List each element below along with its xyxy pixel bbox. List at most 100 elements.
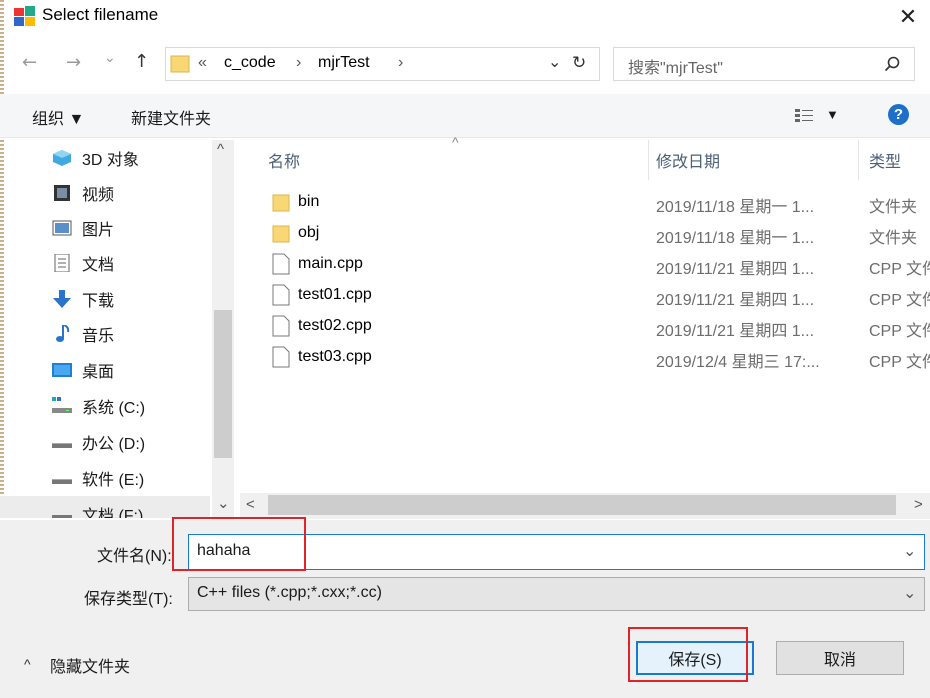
video-icon [54,185,70,201]
file-row[interactable]: test01.cpp 2019/11/21 星期四 1... CPP 文件 [262,281,930,312]
crumb-separator[interactable]: › [296,54,301,72]
column-divider[interactable] [858,140,859,180]
nav-label: 图片 [82,222,115,239]
column-header-name[interactable]: 名称 [268,148,300,172]
nav-scrollbar-thumb[interactable] [214,310,232,458]
drive-system-icon [52,397,72,413]
app-icon [14,6,35,26]
file-date: 2019/11/21 星期四 1... [656,323,815,340]
back-button[interactable]: ← [22,52,37,73]
nav-label: 桌面 [82,364,115,381]
nav-item-drive-f[interactable]: 文档 (F:) [0,496,210,518]
filename-history-dropdown[interactable]: ⌄ [903,541,916,560]
nav-label: 办公 (D:) [82,436,146,453]
highlight-box-save [628,627,748,682]
file-type: 文件夹 [869,230,918,247]
up-button[interactable]: ↑ [134,51,149,72]
file-icon [272,253,290,275]
column-header-date[interactable]: 修改日期 [656,148,720,172]
drive-icon [52,479,72,484]
view-options-icon[interactable] [795,108,813,123]
nav-scroll-down[interactable]: ⌄ [217,494,230,512]
file-icon [272,315,290,337]
nav-item-3d-objects[interactable]: 3D 对象 [0,140,210,176]
view-dropdown[interactable]: ▼ [826,107,839,122]
filetype-label: 保存类型(T): [84,591,173,608]
pictures-icon [52,220,72,236]
search-input[interactable]: 搜索"mjrTest" [628,54,723,78]
filename-label: 文件名(N): [97,548,172,565]
crumb-separator[interactable]: › [398,54,403,72]
forward-button[interactable]: → [66,52,81,73]
hide-folders-chevron-icon[interactable]: ^ [24,656,31,672]
nav-label: 文档 [82,257,115,274]
file-icon [272,284,290,306]
drive-icon [52,443,72,448]
hide-folders-toggle[interactable]: 隐藏文件夹 [50,653,130,677]
filetype-dropdown-icon[interactable]: ⌄ [903,583,916,602]
nav-item-music[interactable]: 音乐 [0,316,210,352]
nav-item-desktop[interactable]: 桌面 [0,352,210,388]
file-type: CPP 文件 [869,323,930,340]
help-icon[interactable]: ? [888,104,909,125]
search-icon[interactable] [884,56,900,72]
file-name: obj [298,224,320,241]
cube-3d-icon [53,150,71,166]
cancel-button[interactable]: 取消 [776,641,904,675]
nav-label: 文档 (F:) [82,508,144,518]
folder-icon [170,55,190,73]
file-date: 2019/11/18 星期一 1... [656,230,815,247]
column-header-type[interactable]: 类型 [869,148,901,172]
close-button[interactable]: ✕ [893,2,923,32]
organize-menu[interactable]: 组织 ▼ [32,105,84,129]
crumb-mjrtest[interactable]: mjrTest [318,54,370,72]
nav-item-drive-d[interactable]: 办公 (D:) [0,424,210,460]
nav-label: 系统 (C:) [82,400,146,417]
nav-label: 视频 [82,187,115,204]
column-divider[interactable] [648,140,649,180]
file-date: 2019/11/21 星期四 1... [656,292,815,309]
address-overflow[interactable]: « [198,54,207,72]
nav-item-videos[interactable]: 视频 [0,175,210,211]
nav-label: 软件 (E:) [82,472,145,489]
folder-icon [272,225,290,243]
file-name: test02.cpp [298,317,372,334]
address-dropdown[interactable]: ⌄ [548,52,561,71]
scroll-left[interactable]: < [246,496,255,513]
refresh-button[interactable]: ↻ [572,53,586,73]
file-row[interactable]: main.cpp 2019/11/21 星期四 1... CPP 文件 [262,250,930,281]
highlight-box-filename [172,517,306,571]
crumb-c-code[interactable]: c_code [224,54,276,72]
nav-item-drive-c[interactable]: 系统 (C:) [0,388,210,424]
file-type: 文件夹 [869,199,918,216]
filetype-select[interactable]: C++ files (*.cpp;*.cxx;*.cc) ⌄ [188,577,925,611]
nav-item-downloads[interactable]: 下载 [0,281,210,317]
file-row[interactable]: obj 2019/11/18 星期一 1... 文件夹 [262,219,930,250]
recent-locations-dropdown[interactable]: ⌄ [104,50,116,66]
nav-item-documents[interactable]: 文档 [0,245,210,281]
nav-item-pictures[interactable]: 图片 [0,210,210,246]
address-bar[interactable]: « c_code › mjrTest › ⌄ ↻ [165,47,600,81]
scroll-right[interactable]: > [914,496,923,513]
file-row[interactable]: bin 2019/11/18 星期一 1... 文件夹 [262,188,930,219]
title-bar: Select filename ✕ [0,0,930,34]
file-type: CPP 文件 [869,261,930,278]
file-row[interactable]: test03.cpp 2019/12/4 星期三 17:... CPP 文件 [262,343,930,374]
music-icon [56,325,70,342]
file-name: bin [298,193,320,210]
sort-indicator: ^ [452,134,459,150]
file-name: test03.cpp [298,348,372,365]
nav-item-drive-e[interactable]: 软件 (E:) [0,460,210,496]
search-box[interactable]: 搜索"mjrTest" [613,47,915,81]
nav-label: 3D 对象 [82,152,139,169]
horizontal-scrollbar-thumb[interactable] [268,495,896,515]
file-type: CPP 文件 [869,292,930,309]
nav-label: 音乐 [82,328,115,345]
file-name: test01.cpp [298,286,372,303]
nav-scroll-up[interactable]: ^ [217,141,224,158]
new-folder-button[interactable]: 新建文件夹 [131,105,211,129]
file-date: 2019/11/21 星期四 1... [656,261,815,278]
file-row[interactable]: test02.cpp 2019/11/21 星期四 1... CPP 文件 [262,312,930,343]
desktop-icon [52,363,72,377]
documents-icon [54,254,70,272]
